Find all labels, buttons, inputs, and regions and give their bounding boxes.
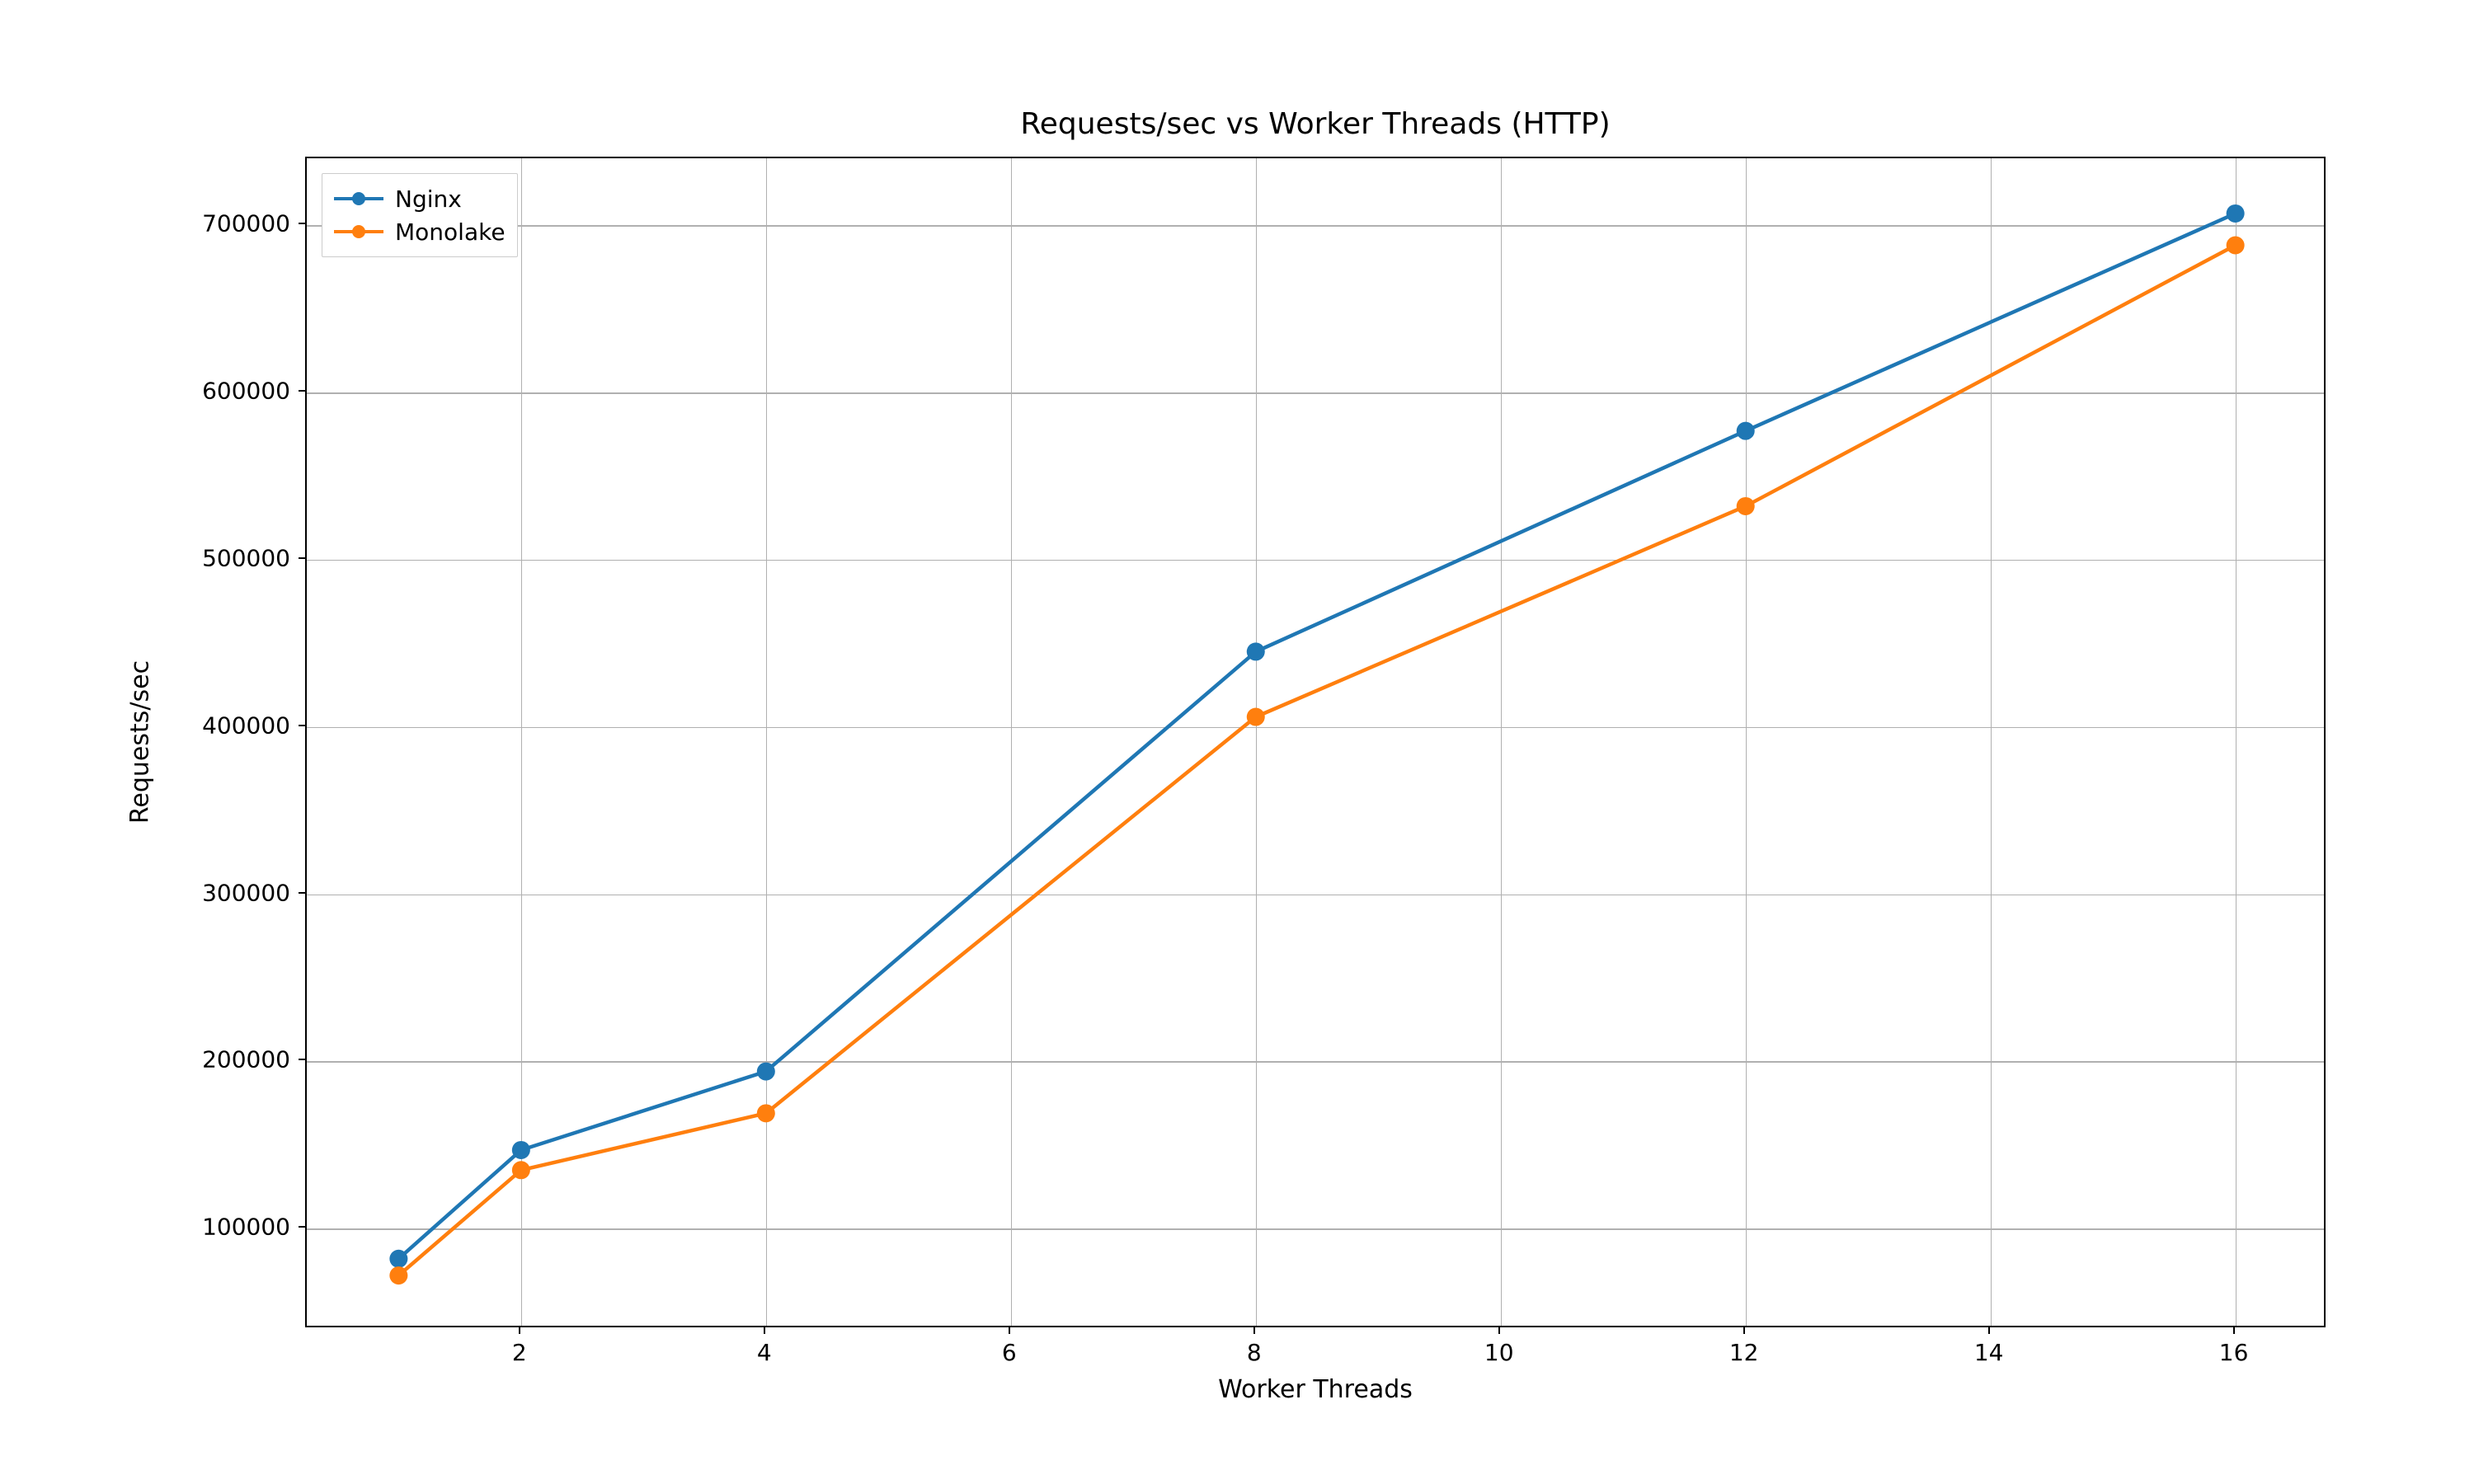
x-tick-label: 12: [1729, 1339, 1759, 1366]
series-marker: [389, 1266, 407, 1284]
series-marker: [1737, 422, 1755, 440]
y-axis-label: Requests/sec: [126, 660, 155, 824]
y-tick-mark: [299, 1059, 305, 1060]
series-marker: [2227, 236, 2245, 254]
series-marker: [757, 1104, 775, 1122]
x-tick-label: 4: [757, 1339, 772, 1366]
legend-label: Nginx: [395, 186, 462, 213]
legend-swatch: [334, 186, 383, 211]
x-tick-mark: [1743, 1327, 1745, 1334]
y-tick-label: 600000: [202, 378, 290, 405]
legend-swatch: [334, 219, 383, 244]
y-tick-label: 100000: [202, 1214, 290, 1241]
series-marker: [2227, 204, 2245, 223]
chart-axes: [305, 157, 2326, 1327]
x-tick-label: 14: [1974, 1339, 2004, 1366]
series-line: [398, 214, 2235, 1259]
series-line: [398, 245, 2235, 1275]
x-tick-mark: [764, 1327, 765, 1334]
x-tick-mark: [1988, 1327, 1990, 1334]
x-tick-mark: [519, 1327, 520, 1334]
series-marker: [1247, 708, 1265, 726]
legend-label: Monolake: [395, 218, 506, 246]
y-tick-mark: [299, 892, 305, 894]
legend-item: Monolake: [334, 215, 506, 248]
y-tick-label: 700000: [202, 210, 290, 237]
y-tick-mark: [299, 390, 305, 392]
legend-item: Nginx: [334, 182, 506, 215]
x-tick-label: 2: [512, 1339, 527, 1366]
y-tick-label: 500000: [202, 544, 290, 571]
y-tick-mark: [299, 725, 305, 726]
y-tick-mark: [299, 223, 305, 224]
x-axis-label: Worker Threads: [1218, 1375, 1413, 1404]
series-marker: [512, 1141, 530, 1159]
series-marker: [1247, 642, 1265, 660]
y-tick-mark: [299, 1226, 305, 1228]
y-tick-mark: [299, 557, 305, 559]
x-tick-mark: [1253, 1327, 1255, 1334]
y-tick-label: 400000: [202, 711, 290, 739]
x-tick-label: 10: [1484, 1339, 1514, 1366]
x-tick-mark: [1498, 1327, 1500, 1334]
series-marker: [1737, 497, 1755, 515]
legend: Nginx Monolake: [322, 173, 518, 257]
plot-canvas: [307, 158, 2327, 1329]
chart-figure: Requests/sec vs Worker Threads (HTTP) Wo…: [0, 0, 2474, 1484]
x-tick-label: 8: [1247, 1339, 1262, 1366]
chart-title: Requests/sec vs Worker Threads (HTTP): [1020, 107, 1610, 141]
y-tick-label: 300000: [202, 879, 290, 906]
series-marker: [389, 1250, 407, 1268]
series-marker: [757, 1063, 775, 1081]
x-tick-mark: [1009, 1327, 1010, 1334]
x-tick-mark: [2233, 1327, 2235, 1334]
series-marker: [512, 1161, 530, 1179]
x-tick-label: 16: [2219, 1339, 2249, 1366]
x-tick-label: 6: [1002, 1339, 1017, 1366]
y-tick-label: 200000: [202, 1046, 290, 1073]
